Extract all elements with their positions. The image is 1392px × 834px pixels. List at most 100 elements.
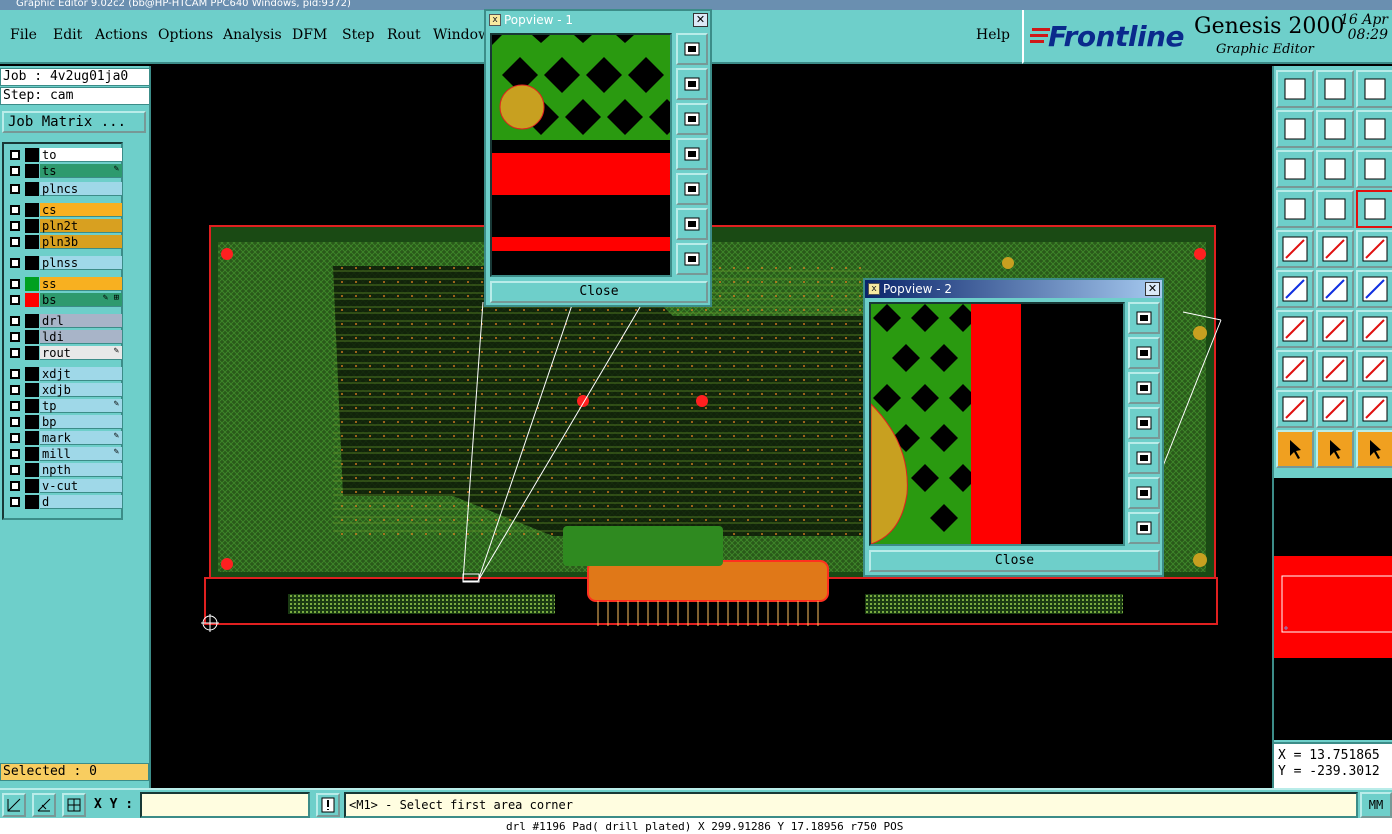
menu-help[interactable]: Help bbox=[976, 27, 1010, 43]
popview-1-view[interactable] bbox=[490, 33, 672, 277]
menu-analysis[interactable]: Analysis bbox=[223, 27, 282, 43]
layer-display-color-swatch[interactable] bbox=[25, 235, 39, 249]
layer-affected-checkbox[interactable] bbox=[10, 205, 20, 215]
popview-2-close-button[interactable]: Close bbox=[869, 550, 1160, 572]
triangle-select-3-button[interactable] bbox=[1356, 390, 1392, 428]
layer-name[interactable]: d bbox=[40, 495, 122, 509]
zoom-in-button[interactable] bbox=[1128, 512, 1160, 544]
layer-affected-checkbox[interactable] bbox=[10, 417, 20, 427]
layer-name[interactable]: ts bbox=[40, 164, 122, 178]
layer-affected-checkbox[interactable] bbox=[10, 166, 20, 176]
layer-name[interactable]: bp bbox=[40, 415, 122, 429]
layer-display-color-swatch[interactable] bbox=[25, 219, 39, 233]
layer-row-to[interactable]: to bbox=[6, 148, 122, 162]
pan-right-button[interactable] bbox=[676, 173, 708, 205]
popview-1-close-button[interactable]: Close bbox=[490, 281, 708, 303]
layer-display-color-swatch[interactable] bbox=[25, 164, 39, 178]
layer-name[interactable]: ss bbox=[40, 277, 122, 291]
cross-tool-button[interactable] bbox=[1316, 270, 1354, 308]
layer-name[interactable]: xdjt bbox=[40, 367, 122, 381]
pad-tool-button[interactable] bbox=[1276, 230, 1314, 268]
pointer-select-3-button[interactable] bbox=[1356, 430, 1392, 468]
layer-affected-checkbox[interactable] bbox=[10, 221, 20, 231]
line-tool-button[interactable] bbox=[1316, 230, 1354, 268]
pan-left-button[interactable] bbox=[676, 138, 708, 170]
layer-name[interactable]: plncs bbox=[40, 182, 122, 196]
pan-down-button[interactable] bbox=[676, 103, 708, 135]
zoom-home-button[interactable] bbox=[1128, 302, 1160, 334]
layer-row-d[interactable]: d bbox=[6, 495, 122, 509]
layer-affected-checkbox[interactable] bbox=[10, 465, 20, 475]
layer-display-color-swatch[interactable] bbox=[25, 367, 39, 381]
pointer-select-button[interactable] bbox=[1276, 430, 1314, 468]
layer-affected-checkbox[interactable] bbox=[10, 279, 20, 289]
layer-row-xdjb[interactable]: xdjb bbox=[6, 383, 122, 397]
layer-affected-checkbox[interactable] bbox=[10, 332, 20, 342]
overview-window[interactable] bbox=[1274, 478, 1392, 740]
snap-settings-button[interactable] bbox=[1356, 190, 1392, 228]
xy-coordinate-input[interactable] bbox=[140, 792, 310, 818]
triangle-select-2-button[interactable] bbox=[1316, 390, 1354, 428]
zoom-home-button[interactable] bbox=[676, 33, 708, 65]
layer-row-pln3b[interactable]: pln3b bbox=[6, 235, 122, 249]
layer-name[interactable]: to bbox=[40, 148, 122, 162]
layer-display-color-swatch[interactable] bbox=[25, 383, 39, 397]
layer-display-color-swatch[interactable] bbox=[25, 495, 39, 509]
layer-display-color-swatch[interactable] bbox=[25, 415, 39, 429]
pan-up-button[interactable] bbox=[1128, 337, 1160, 369]
measure-mode-button[interactable] bbox=[32, 793, 56, 817]
layer-display-color-swatch[interactable] bbox=[25, 479, 39, 493]
layer-affected-checkbox[interactable] bbox=[10, 184, 20, 194]
pan-down-button[interactable] bbox=[1128, 372, 1160, 404]
menu-rout[interactable]: Rout bbox=[387, 27, 421, 43]
layer-display-color-swatch[interactable] bbox=[25, 447, 39, 461]
layer-row-plncs[interactable]: plncs bbox=[6, 182, 122, 196]
layer-affected-checkbox[interactable] bbox=[10, 369, 20, 379]
layer-row-v-cut[interactable]: v-cut bbox=[6, 479, 122, 493]
slope-line-2-button[interactable] bbox=[1316, 310, 1354, 348]
scale-1-2-button[interactable] bbox=[1356, 150, 1392, 188]
layer-row-mark[interactable]: mark ✎ bbox=[6, 431, 122, 445]
layer-name[interactable]: v-cut bbox=[40, 479, 122, 493]
line-add-button[interactable] bbox=[1316, 350, 1354, 388]
layer-name[interactable]: mark bbox=[40, 431, 122, 445]
popview-1-titlebar[interactable]: x Popview - 1 ✕ bbox=[486, 11, 710, 29]
layer-display-color-swatch[interactable] bbox=[25, 148, 39, 162]
layer-affected-checkbox[interactable] bbox=[10, 295, 20, 305]
zoom-right-button[interactable] bbox=[1316, 110, 1354, 148]
layer-affected-checkbox[interactable] bbox=[10, 348, 20, 358]
layer-affected-checkbox[interactable] bbox=[10, 316, 20, 326]
layer-affected-checkbox[interactable] bbox=[10, 401, 20, 411]
layer-name[interactable]: xdjb bbox=[40, 383, 122, 397]
layer-affected-checkbox[interactable] bbox=[10, 481, 20, 491]
layer-display-color-swatch[interactable] bbox=[25, 314, 39, 328]
layer-name[interactable]: ldi bbox=[40, 330, 122, 344]
pan-left-button[interactable] bbox=[1128, 407, 1160, 439]
layer-display-color-swatch[interactable] bbox=[25, 346, 39, 360]
layer-down-button[interactable] bbox=[1316, 70, 1354, 108]
undo-view-button[interactable] bbox=[1356, 110, 1392, 148]
layer-display-color-swatch[interactable] bbox=[25, 399, 39, 413]
zoom-out-button[interactable] bbox=[1128, 477, 1160, 509]
fit-screen-button[interactable] bbox=[1276, 150, 1314, 188]
popview-2-view[interactable] bbox=[869, 302, 1125, 546]
options-button[interactable] bbox=[1276, 190, 1314, 228]
layer-affected-checkbox[interactable] bbox=[10, 237, 20, 247]
drill-tool-button[interactable] bbox=[1356, 270, 1392, 308]
layer-row-drl[interactable]: drl bbox=[6, 314, 122, 328]
layer-row-bs[interactable]: bs ✎ ⊞ bbox=[6, 293, 122, 307]
slope-line-button[interactable] bbox=[1276, 310, 1314, 348]
menu-edit[interactable]: Edit bbox=[53, 27, 82, 43]
measure-tool-button[interactable] bbox=[1356, 350, 1392, 388]
zoom-center-button[interactable] bbox=[1316, 150, 1354, 188]
zoom-out-button[interactable] bbox=[676, 208, 708, 240]
layer-display-color-swatch[interactable] bbox=[25, 277, 39, 291]
popview-2-close-icon[interactable]: ✕ bbox=[1145, 282, 1160, 296]
layer-up-button[interactable] bbox=[1276, 70, 1314, 108]
layer-display-color-swatch[interactable] bbox=[25, 330, 39, 344]
layer-display-color-swatch[interactable] bbox=[25, 203, 39, 217]
layer-row-ss[interactable]: ss bbox=[6, 277, 122, 291]
warning-button[interactable] bbox=[316, 793, 340, 817]
zoom-left-button[interactable] bbox=[1276, 110, 1314, 148]
key-button[interactable] bbox=[1316, 190, 1354, 228]
